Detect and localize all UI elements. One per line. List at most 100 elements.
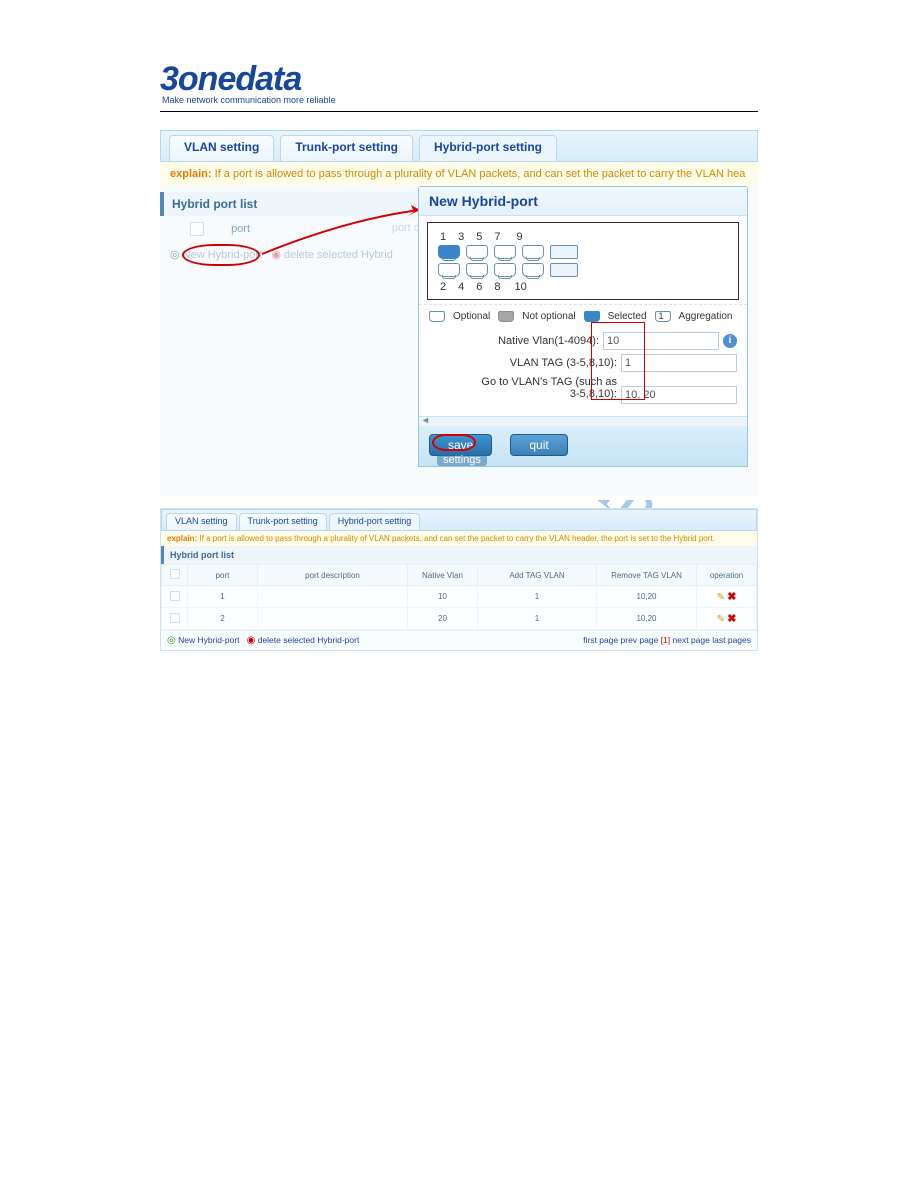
port-num-3: 3 [458,231,464,243]
select-all-checkbox[interactable] [190,222,204,236]
legend-notoptional: Not optional [522,311,575,322]
quit-button[interactable]: quit [510,434,567,456]
row-checkbox[interactable] [170,591,180,601]
add-icon: ◎ [167,635,176,646]
explain-text: If a port is allowed to pass through a p… [215,168,746,180]
edit-icon[interactable]: ✎ [717,614,725,625]
goto-vlan-tag-label: Go to VLAN's TAG (such as3-5,8,10): [429,376,621,400]
page-prev[interactable]: prev page [621,635,659,645]
hybrid-port-table: port port description Native Vlan Add TA… [161,564,757,630]
col-port: port [231,223,250,235]
page-next[interactable]: next page [673,635,710,645]
th-operation: operation [697,565,757,586]
vlan-tag-input[interactable] [621,354,737,372]
legend-aggregation: Aggregation [679,311,733,322]
legend-optional-icon [429,311,445,322]
cell-port: 1 [188,586,258,608]
tab-bar: VLAN setting Trunk-port setting Hybrid-p… [160,130,758,162]
tab-trunk-port-setting[interactable]: Trunk-port setting [280,135,413,161]
port-selector: 1 3 5 7 9 [427,222,739,300]
new-hybrid-port-link-sm[interactable]: New Hybrid-port [178,635,239,645]
port-6-icon[interactable] [494,263,516,277]
row-checkbox[interactable] [170,613,180,623]
port-num-9: 9 [517,231,523,243]
info-icon[interactable]: i [723,334,737,348]
delete-icon[interactable]: ✖ [727,591,736,603]
port-icons-bottom [438,263,728,277]
panel-header-sm: Hybrid port list [161,546,757,564]
table-footer: ◎ New Hybrid-port ◉ delete selected Hybr… [161,630,757,650]
explain-banner-sm: explain: If a port is allowed to pass th… [161,531,757,546]
port-9-icon[interactable] [550,245,578,259]
vlan-tag-label: VLAN TAG (3-5,8,10): [429,357,621,369]
cell-desc [258,586,408,608]
legend-optional: Optional [453,311,490,322]
port-2-icon[interactable] [438,263,460,277]
native-vlan-label: Native Vlan(1-4094): [429,335,603,347]
port-7-icon[interactable] [522,245,544,259]
edit-icon[interactable]: ✎ [717,592,725,603]
port-num-7: 7 [494,231,500,243]
table-row: 2 20 1 10,20 ✎ ✖ [162,608,757,630]
delete-icon[interactable]: ✖ [727,613,736,625]
dialog-scrollbar[interactable] [419,416,747,426]
goto-vlan-tag-input[interactable] [621,386,737,404]
screenshot-hybrid-port-list: VLAN setting Trunk-port setting Hybrid-p… [160,508,758,651]
page-current: [1] [661,635,670,645]
tab-vlan-setting[interactable]: VLAN setting [169,135,274,161]
th-native: Native Vlan [408,565,478,586]
th-remove: Remove TAG VLAN [597,565,697,586]
port-num-6: 6 [476,281,482,293]
brand-name: 3onedata [160,60,758,99]
th-desc: port description [258,565,408,586]
screenshot-hybrid-port-dialog: VLAN setting Trunk-port setting Hybrid-p… [160,130,758,500]
settings-ghost-label: settings [437,454,487,466]
delete-selected-link-sm[interactable]: delete selected Hybrid-port [258,635,360,645]
delete-selected-link[interactable]: delete selected Hybrid [284,249,393,261]
port-10-icon[interactable] [550,263,578,277]
new-hybrid-port-dialog: New Hybrid-port 1 3 5 7 9 [418,186,748,467]
tab-hybrid-port-setting[interactable]: Hybrid-port setting [419,135,557,161]
port-num-2: 2 [440,281,446,293]
th-add: Add TAG VLAN [478,565,597,586]
dialog-title: New Hybrid-port [419,187,747,216]
cell-remove: 10,20 [597,608,697,630]
native-vlan-input[interactable] [603,332,719,350]
tab-hybrid-port-setting-sm[interactable]: Hybrid-port setting [329,513,421,530]
legend-aggregation-icon [655,311,671,322]
port-4-icon[interactable] [466,263,488,277]
remove-icon: ◉ [247,635,256,646]
port-num-5: 5 [476,231,482,243]
cell-native: 20 [408,608,478,630]
port-legend: Optional Not optional Selected Aggregati… [419,304,747,326]
table-header-row: port port description Native Vlan Add TA… [162,565,757,586]
explain-banner: explain: If a port is allowed to pass th… [160,162,758,186]
page-last[interactable]: last pages [712,635,751,645]
cell-add: 1 [478,586,597,608]
explain-text-sm: If a port is allowed to pass through a p… [199,534,714,543]
brand-tagline: Make network communication more reliable [162,95,758,105]
th-port: port [188,565,258,586]
header-divider [160,111,758,112]
page-first[interactable]: first page [583,635,618,645]
explain-label: explain: [170,168,212,180]
tab-trunk-port-setting-sm[interactable]: Trunk-port setting [239,513,327,530]
cell-desc [258,608,408,630]
port-num-8: 8 [494,281,500,293]
tab-vlan-setting-sm[interactable]: VLAN setting [166,513,237,530]
port-numbers-top: 1 3 5 7 9 [438,231,728,243]
legend-notoptional-icon [498,311,514,322]
port-8-icon[interactable] [522,263,544,277]
brand-logo: 3onedata Make network communication more… [160,60,758,105]
pagination: first page prev page [1] next page last … [583,635,751,646]
select-all-checkbox-sm[interactable] [170,569,180,579]
cell-native: 10 [408,586,478,608]
port-num-4: 4 [458,281,464,293]
list-header-row: port port de [160,216,430,242]
port-num-1: 1 [440,231,446,243]
legend-selected-icon [584,311,600,322]
cell-port: 2 [188,608,258,630]
port-1-icon[interactable] [438,245,460,259]
port-5-icon[interactable] [494,245,516,259]
port-3-icon[interactable] [466,245,488,259]
